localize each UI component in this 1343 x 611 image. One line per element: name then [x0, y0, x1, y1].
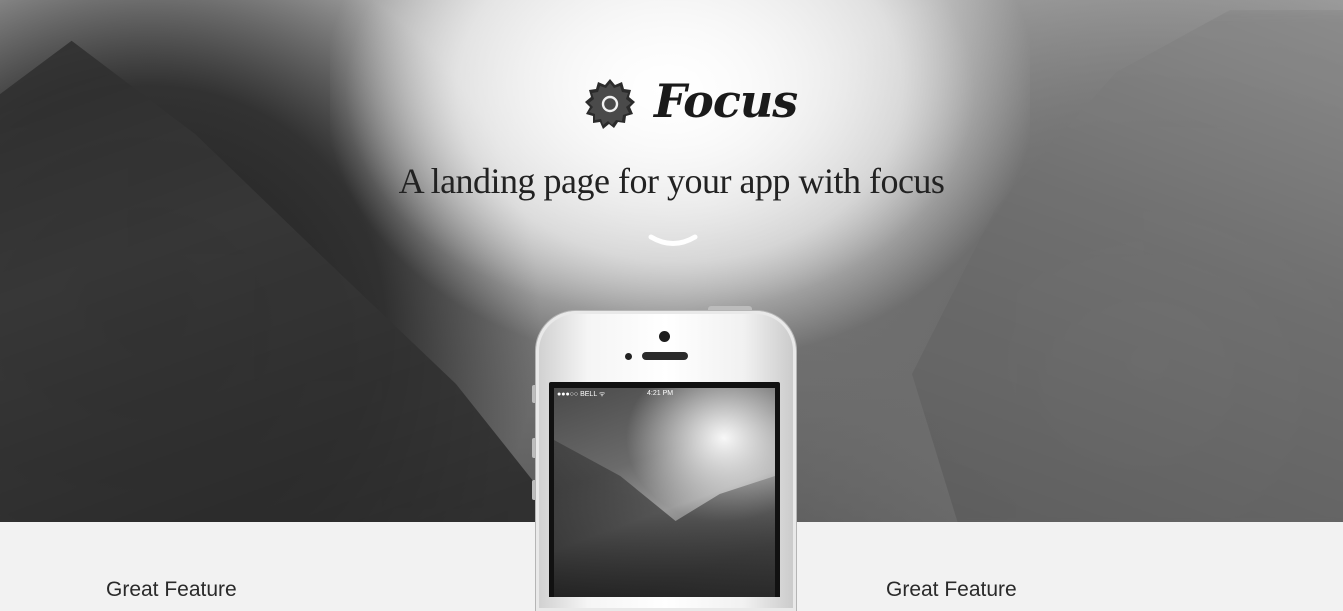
brand-name[interactable]: Focus — [654, 74, 798, 128]
phone-camera — [659, 331, 670, 342]
status-time: 4:21 PM — [647, 390, 674, 397]
phone-status-bar: ●●●○○ BELL ᯤ 4:21 PM — [557, 390, 772, 402]
camera-lens-badge-icon[interactable] — [584, 78, 636, 130]
feature-title-right: Great Feature — [886, 578, 1017, 601]
feature-title-left: Great Feature — [106, 578, 237, 601]
phone-speaker — [642, 352, 688, 360]
phone-sensor — [625, 353, 632, 360]
status-carrier: ●●●○○ BELL ᯤ — [557, 391, 606, 398]
phone-screen — [549, 382, 780, 597]
chevron-down-icon[interactable] — [648, 232, 698, 252]
page-tagline: A landing page for your app with focus — [398, 161, 945, 201]
